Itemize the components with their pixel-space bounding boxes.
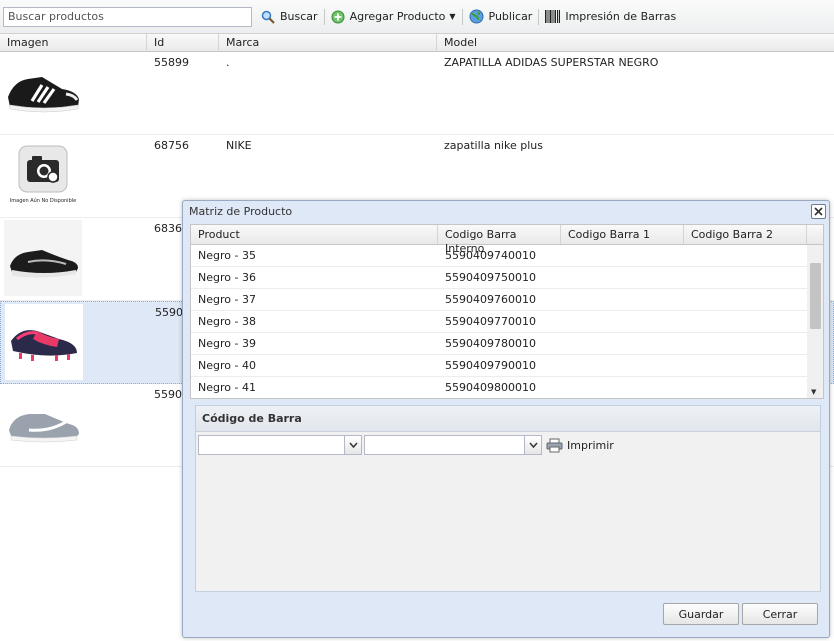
add-product-button[interactable]: Agregar Producto ▼ [327,6,460,28]
barcode-print-button[interactable]: Impresión de Barras [541,6,680,28]
dialog-footer: Guardar Cerrar [183,603,829,627]
products-grid-header: Imagen Id Marca Model [0,34,834,52]
barcode-combo-1-field[interactable] [199,436,344,454]
column-header-codigo-interno[interactable]: Codigo Barra Interno [438,225,561,255]
product-image-cell: Imagen Aún No Disponible [0,135,147,217]
grey-running-shoe-image [4,386,82,462]
save-button[interactable]: Guardar [663,603,739,625]
product-cell: Negro - 36 [198,271,256,284]
barcode-internal-cell: 5590409760010 [445,293,536,306]
table-row[interactable]: Negro - 38 5590409770010 [191,311,808,333]
no-image-caption: Imagen Aún No Disponible [9,197,77,204]
scroll-down-icon[interactable]: ▼ [811,388,816,396]
barcode-panel-title: Código de Barra [196,406,820,432]
column-header-id[interactable]: Id [147,34,219,52]
id-cell: 55899 [154,56,189,69]
column-header-filler [807,225,823,244]
column-header-imagen[interactable]: Imagen [0,34,147,52]
toolbar-separator [461,8,463,25]
barcode-internal-cell: 5590409750010 [445,271,536,284]
matrix-grid-body: Negro - 35 5590409740010 Negro - 36 5590… [191,245,808,398]
table-row[interactable]: Negro - 40 5590409790010 [191,355,808,377]
globe-icon [469,9,484,24]
matrix-grid: Product Codigo Barra Interno Codigo Barr… [190,224,824,399]
search-icon [261,10,275,24]
camera-icon [18,145,68,192]
chevron-down-icon: ▼ [449,12,456,21]
barcode-internal-cell: 5590409790010 [445,359,536,372]
product-image-cell [0,218,147,300]
search-input[interactable] [3,6,252,27]
add-product-label: Agregar Producto [349,10,446,23]
table-row[interactable]: Negro - 36 5590409750010 [191,267,808,289]
column-header-codigo-1[interactable]: Codigo Barra 1 [561,225,684,244]
toolbar-separator [323,8,325,25]
dialog-header[interactable]: Matriz de Producto [183,201,829,222]
barcode-combo-2-field[interactable] [365,436,524,454]
table-row[interactable]: 55899 . ZAPATILLA ADIDAS SUPERSTAR NEGRO [0,52,834,135]
table-row[interactable]: Negro - 35 5590409740010 [191,245,808,267]
matrix-grid-header: Product Codigo Barra Interno Codigo Barr… [191,225,823,255]
close-icon [814,207,823,216]
black-running-shoe-image [4,220,82,296]
barcode-combo-1[interactable] [198,435,362,455]
chevron-down-icon[interactable] [344,436,361,454]
barcode-combo-2[interactable] [364,435,542,455]
model-cell: ZAPATILLA ADIDAS SUPERSTAR NEGRO [444,56,659,69]
product-matrix-dialog: Matriz de Producto Product Codigo Barra … [182,200,830,638]
matrix-scrollbar[interactable]: ▼ [807,245,823,398]
black-white-sneaker-image [4,54,82,130]
barcode-internal-cell: 5590409800010 [445,381,536,394]
barcode-internal-cell: 5590409770010 [445,315,536,328]
column-header-product[interactable]: Product [191,225,438,244]
barcode-panel: Código de Barra Imprimir [195,405,821,592]
product-cell: Negro - 37 [198,293,256,306]
column-header-codigo-2[interactable]: Codigo Barra 2 [684,225,807,244]
search-button[interactable]: Buscar [257,6,322,28]
print-button[interactable]: Imprimir [546,438,614,453]
product-cell: Negro - 41 [198,381,256,394]
column-header-model[interactable]: Model [437,34,834,52]
publish-label: Publicar [488,10,533,23]
add-circle-icon [331,10,345,24]
printer-icon [546,438,563,453]
close-button[interactable] [811,204,826,219]
print-label: Imprimir [567,438,614,452]
product-cell: Negro - 39 [198,337,256,350]
product-image-cell [1,302,148,383]
publish-button[interactable]: Publicar [465,6,537,28]
scrollbar-thumb[interactable] [810,263,821,329]
chevron-down-icon[interactable] [524,436,541,454]
product-cell: Negro - 35 [198,249,256,262]
product-image-cell [0,52,147,134]
barcode-panel-toolbar: Imprimir [196,432,820,458]
marca-cell: . [226,56,230,69]
barcode-icon [545,10,561,23]
search-button-label: Buscar [280,10,318,23]
table-row[interactable]: Negro - 37 5590409760010 [191,289,808,311]
table-row[interactable]: Negro - 39 5590409780010 [191,333,808,355]
toolbar-separator [538,8,540,25]
product-cell: Negro - 40 [198,359,256,372]
product-image-cell [0,384,147,466]
barcode-print-label: Impresión de Barras [565,10,677,23]
barcode-internal-cell: 5590409740010 [445,249,536,262]
dialog-title: Matriz de Producto [189,205,293,218]
close-dialog-button[interactable]: Cerrar [742,603,818,625]
table-row[interactable]: Negro - 41 5590409800010 [191,377,808,398]
no-image-placeholder: Imagen Aún No Disponible [4,137,82,213]
barcode-internal-cell: 5590409780010 [445,337,536,350]
football-boot-image [5,304,83,380]
toolbar: Buscar Agregar Producto ▼ Publicar Impre… [0,0,834,34]
column-header-marca[interactable]: Marca [219,34,437,52]
product-cell: Negro - 38 [198,315,256,328]
